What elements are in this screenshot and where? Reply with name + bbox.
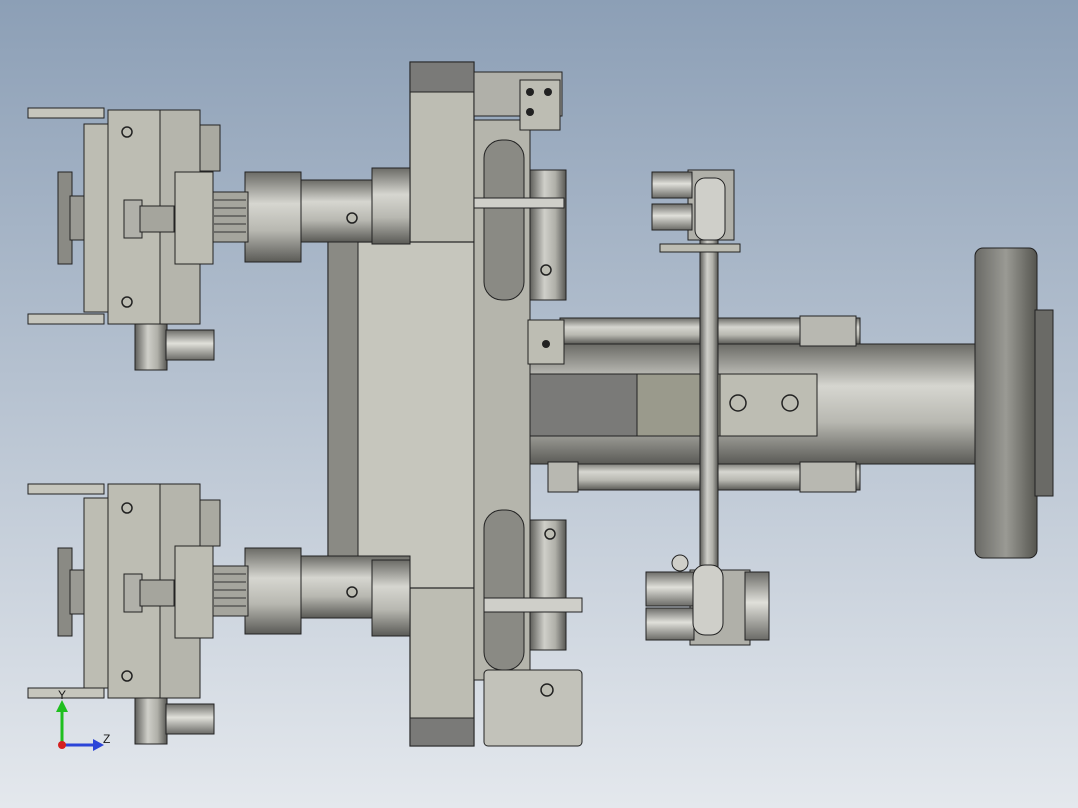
triad-origin: [58, 741, 66, 749]
upper-gripper-fitting: [134, 323, 168, 371]
air-tube: [699, 239, 719, 571]
bottom-fitting-port-2: [645, 607, 695, 641]
top-fitting-port-2: [651, 203, 693, 231]
bottom-fitting-port-1: [645, 571, 695, 607]
shaft-inner-block: [524, 373, 641, 437]
lower-gripper-fitting: [134, 697, 168, 745]
upper-spring: [211, 191, 249, 243]
bottom-fitting-port-3: [744, 571, 770, 641]
end-flange-hub: [1034, 309, 1054, 497]
upper-coupling: [244, 171, 302, 263]
gear-top: [529, 169, 567, 301]
lower-spring: [211, 565, 249, 617]
lower-coupling: [244, 547, 302, 635]
lower-gripper-clamp-top: [27, 483, 105, 495]
upper-gripper-clamp-bottom: [27, 313, 105, 325]
gear-bottom: [529, 519, 567, 651]
triad-y-label: Y: [58, 688, 66, 702]
end-flange: [974, 247, 1038, 559]
triad-z-label: Z: [103, 732, 110, 746]
clamp-bolt-1: [729, 394, 747, 412]
clamp-bolt-2: [781, 394, 799, 412]
mount-plate-top-cap: [409, 61, 475, 93]
top-fitting-port-1: [651, 171, 693, 199]
cad-viewport[interactable]: Y Z: [0, 0, 1078, 808]
bottom-bracket: [483, 669, 583, 747]
upper-gripper-clamp-top: [27, 107, 105, 119]
mount-plate-bottom-cap: [409, 717, 475, 747]
